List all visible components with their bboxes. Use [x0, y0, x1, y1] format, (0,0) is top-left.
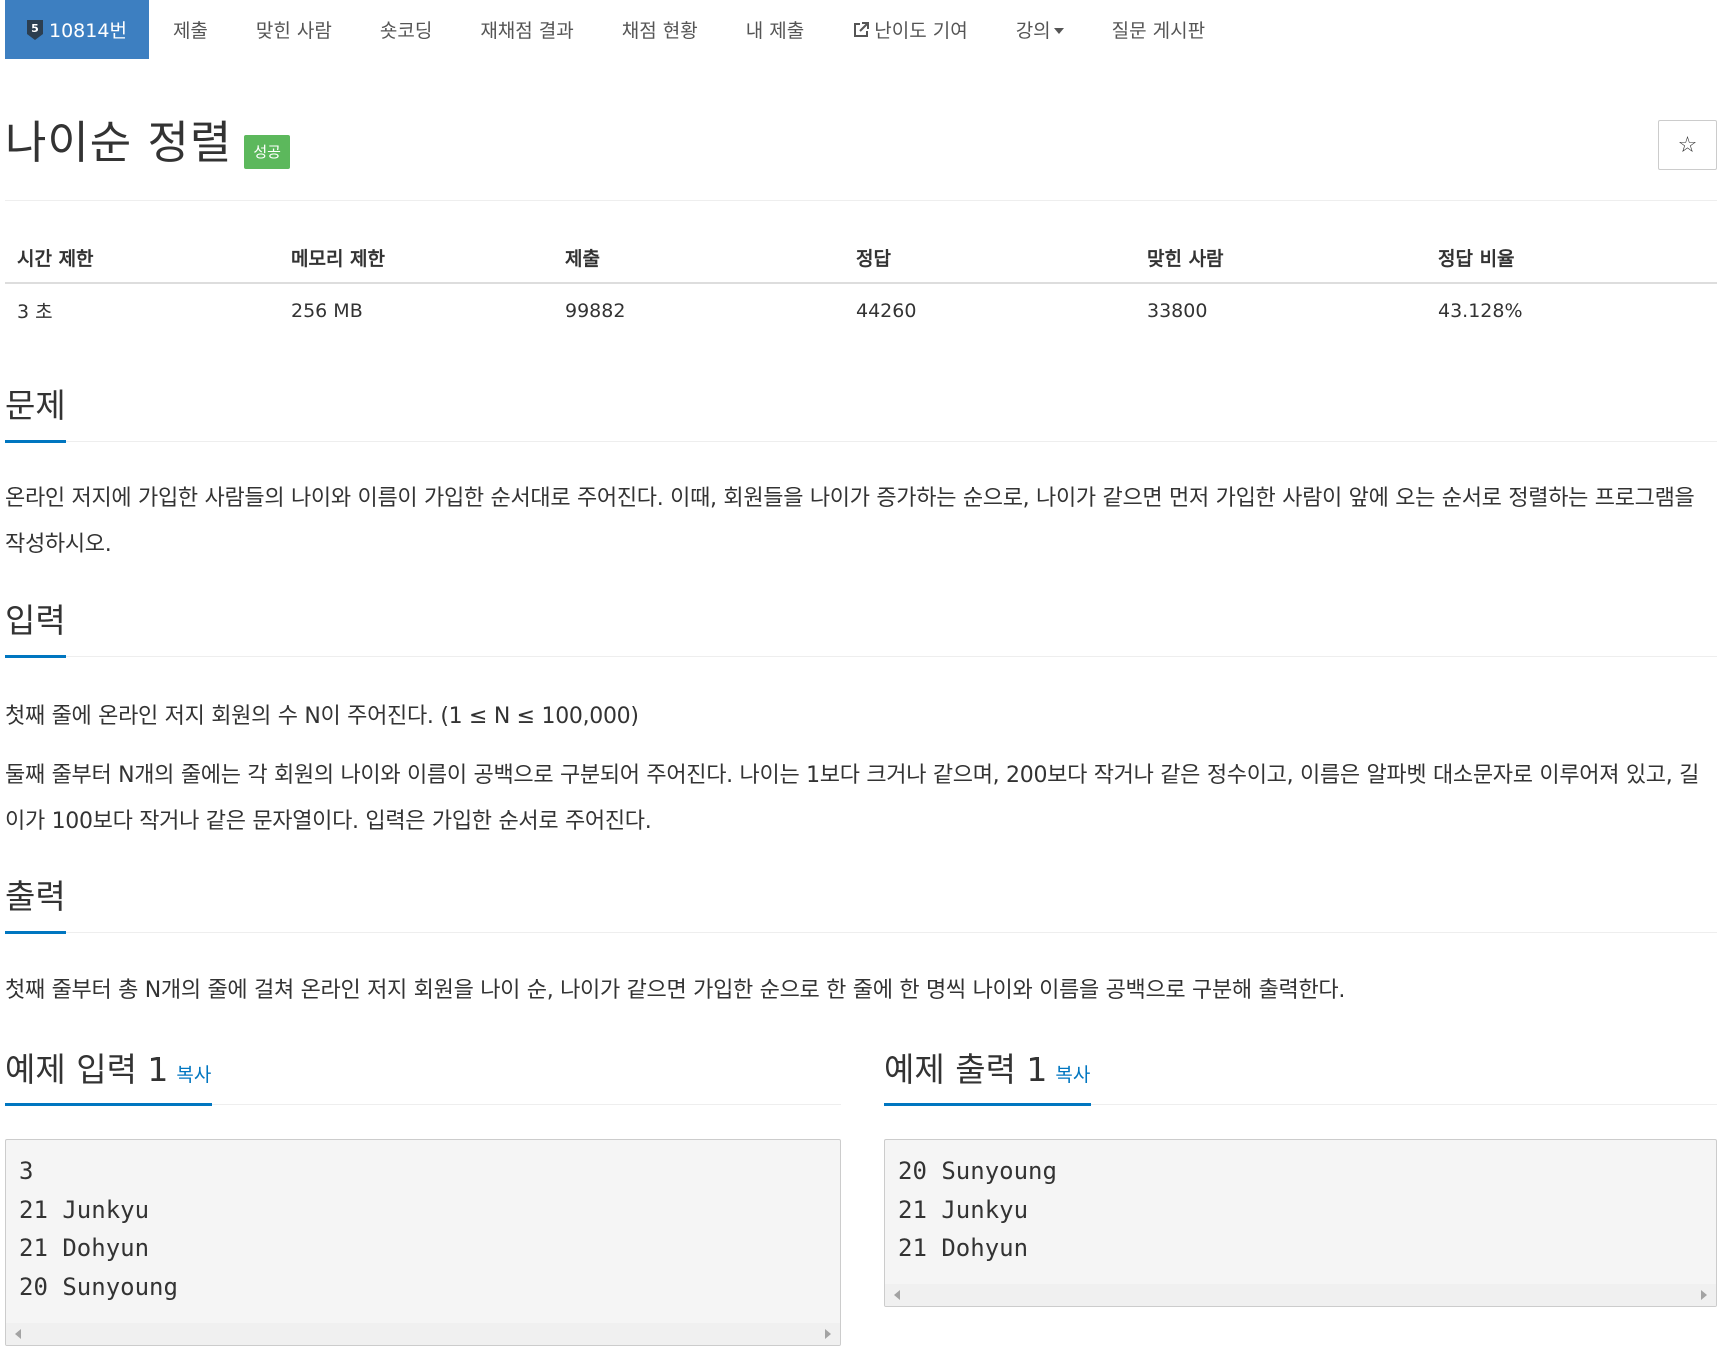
problem-section-header: 문제 — [5, 386, 1717, 443]
nav-judge-status[interactable]: 채점 현황 — [598, 0, 722, 59]
input-description-1: 첫째 줄에 온라인 저지 회원의 수 N이 주어진다. (1 ≤ N ≤ 100… — [5, 704, 639, 729]
header-solved-users: 맞힌 사람 — [1135, 232, 1426, 284]
problem-title-row: 나이순 정렬 성공 — [5, 116, 290, 170]
sample-input-header: 예제 입력 1 복사 — [5, 1050, 841, 1107]
output-section-header: 출력 — [5, 877, 1717, 934]
nav-label: 제출 — [172, 20, 208, 42]
favorite-button[interactable]: ☆ — [1658, 120, 1717, 170]
accepted-value: 44260 — [856, 299, 917, 322]
nav-difficulty-contribution[interactable]: 난이도 기여 — [828, 0, 991, 59]
nav-problem-number[interactable]: 5 10814번 — [5, 0, 149, 59]
tier-badge-icon: 5 — [25, 19, 45, 41]
header-time-limit: 시간 제한 — [5, 232, 279, 284]
sample-output-box[interactable]: 20 Sunyoung 21 Junkyu 21 Dohyun — [884, 1139, 1717, 1307]
sample-output-header: 예제 출력 1 복사 — [884, 1050, 1717, 1107]
input-description-2: 둘째 줄부터 N개의 줄에는 각 회원의 나이와 이름이 공백으로 구분되어 주… — [5, 763, 1700, 834]
heading-underline — [5, 931, 66, 934]
nav-lectures-dropdown[interactable]: 강의 — [992, 0, 1088, 59]
output-description: 첫째 줄부터 총 N개의 줄에 걸쳐 온라인 저지 회원을 나이 순, 나이가 … — [5, 978, 1346, 1003]
nav-label: 내 제출 — [745, 20, 805, 42]
external-link-icon — [852, 21, 870, 39]
heading-underline — [884, 1103, 1091, 1106]
page-title: 나이순 정렬 — [5, 116, 233, 169]
nav-label: 재채점 결과 — [480, 20, 574, 42]
table-header-row: 시간 제한 메모리 제한 제출 정답 맞힌 사람 정답 비율 — [5, 232, 1717, 284]
sample-output-heading: 예제 출력 1 — [884, 1050, 1048, 1089]
heading-rule — [66, 656, 1717, 657]
sample-input-text: 3 21 Junkyu 21 Dohyun 20 Sunyoung — [19, 1157, 178, 1301]
heading-rule — [66, 932, 1717, 933]
header-accepted: 정답 — [844, 232, 1135, 284]
scroll-right-icon[interactable] — [825, 1329, 831, 1339]
sample-output-text: 20 Sunyoung 21 Junkyu 21 Dohyun — [898, 1157, 1057, 1262]
star-icon: ☆ — [1677, 132, 1698, 158]
heading-rule — [212, 1104, 841, 1105]
nav-label: 맞힌 사람 — [255, 20, 332, 42]
tier-level: 5 — [31, 22, 39, 35]
nav-solved-users[interactable]: 맞힌 사람 — [232, 0, 356, 59]
nav-my-submissions[interactable]: 내 제출 — [722, 0, 828, 59]
problem-nav: 5 10814번 제출 맞힌 사람 숏코딩 재채점 결과 채점 현황 내 제출 … — [5, 0, 1229, 59]
accept-ratio-value: 43.128% — [1438, 299, 1523, 322]
nav-label: 숏코딩 — [379, 20, 433, 42]
time-limit-value: 3 초 — [17, 301, 53, 323]
nav-submit[interactable]: 제출 — [149, 0, 232, 59]
nav-label: 채점 현황 — [621, 20, 698, 42]
output-heading: 출력 — [5, 877, 66, 916]
heading-underline — [5, 440, 66, 443]
header-submissions: 제출 — [553, 232, 844, 284]
nav-label: 10814번 — [49, 20, 127, 42]
sample-input-heading: 예제 입력 1 — [5, 1050, 169, 1089]
heading-underline — [5, 655, 66, 658]
problem-description: 온라인 저지에 가입한 사람들의 나이와 이름이 가입한 순서대로 주어진다. … — [5, 486, 1695, 557]
nav-label: 질문 게시판 — [1111, 20, 1206, 42]
copy-sample-output-button[interactable]: 복사 — [1055, 1064, 1090, 1086]
problem-info-table: 시간 제한 메모리 제한 제출 정답 맞힌 사람 정답 비율 3 초 256 M… — [5, 232, 1717, 337]
solved-users-value: 33800 — [1147, 299, 1208, 322]
scroll-left-icon[interactable] — [15, 1329, 21, 1339]
problem-heading: 문제 — [5, 386, 66, 425]
nav-label: 강의 — [1015, 20, 1051, 42]
nav-label: 난이도 기여 — [874, 20, 968, 42]
submissions-value: 99882 — [565, 299, 626, 322]
horizontal-scrollbar[interactable] — [6, 1323, 840, 1345]
memory-limit-value: 256 MB — [291, 299, 363, 322]
header-accept-ratio: 정답 비율 — [1426, 232, 1717, 284]
title-divider — [5, 200, 1717, 201]
caret-down-icon — [1053, 27, 1064, 34]
header-memory-limit: 메모리 제한 — [279, 232, 553, 284]
nav-question-board[interactable]: 질문 게시판 — [1088, 0, 1229, 59]
nav-short-coding[interactable]: 숏코딩 — [356, 0, 456, 59]
input-heading: 입력 — [5, 601, 66, 640]
sample-input-box[interactable]: 3 21 Junkyu 21 Dohyun 20 Sunyoung — [5, 1139, 841, 1346]
copy-sample-input-button[interactable]: 복사 — [176, 1064, 211, 1086]
heading-rule — [1091, 1104, 1717, 1105]
heading-underline — [5, 1103, 212, 1106]
scroll-left-icon[interactable] — [894, 1290, 900, 1300]
nav-rejudge-results[interactable]: 재채점 결과 — [456, 0, 597, 59]
input-section-header: 입력 — [5, 601, 1717, 658]
table-row: 3 초 256 MB 99882 44260 33800 43.128% — [5, 283, 1717, 337]
status-badge: 성공 — [244, 135, 290, 169]
horizontal-scrollbar[interactable] — [885, 1284, 1716, 1306]
heading-rule — [66, 441, 1717, 442]
scroll-right-icon[interactable] — [1701, 1290, 1707, 1300]
